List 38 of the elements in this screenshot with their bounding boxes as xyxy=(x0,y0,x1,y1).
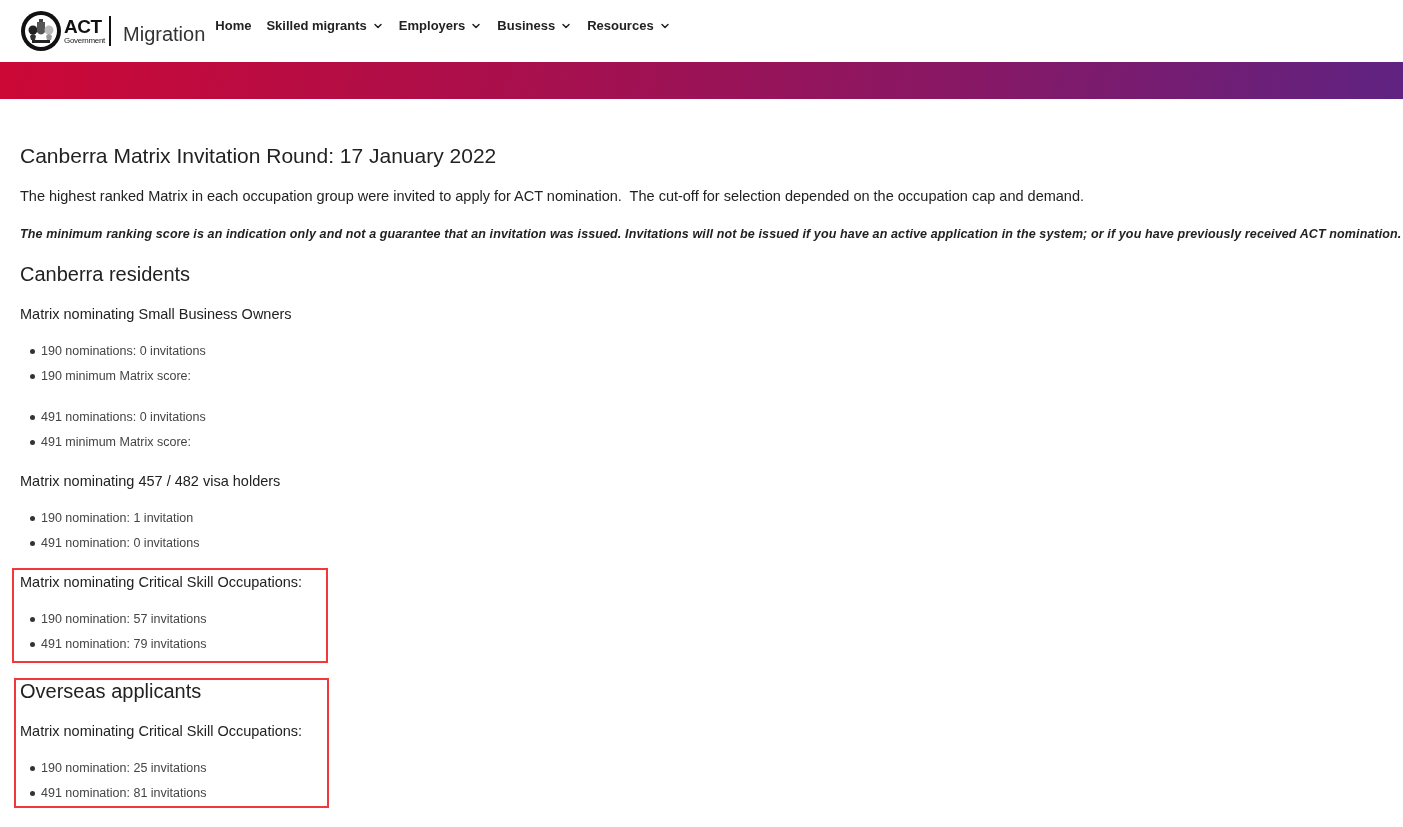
disclaimer-paragraph: The minimum ranking score is an indication only and not a guarantee that an invitation was issued. Invitations will not be issued if you have an active application in the system; or if you have previously received ACT nomination. xyxy=(20,226,1402,243)
list-item-text: 491 nomination: 81 invitations xyxy=(41,785,207,803)
list-item-text: 491 nomination: 0 invitations xyxy=(41,535,200,553)
logo-subtitle: Government xyxy=(64,35,106,45)
list-item-text: 190 nominations: 0 invitations xyxy=(41,343,206,361)
page-title: Canberra Matrix Invitation Round: 17 January 2022 xyxy=(20,144,497,168)
list-item-text: 491 minimum Matrix score: xyxy=(41,434,192,452)
coat-of-arms-emblem-icon xyxy=(20,10,62,52)
group-label: Matrix nominating Critical Skill Occupations: xyxy=(20,573,303,592)
nav-link[interactable]: Employers xyxy=(398,16,483,36)
bullet-icon xyxy=(30,415,35,420)
logo-wordmark: ACT xyxy=(64,17,103,36)
group-label: Matrix nominating Critical Skill Occupations: xyxy=(20,722,303,741)
list-item-text: 190 nomination: 1 invitation xyxy=(41,510,194,528)
group-label: Matrix nominating Small Business Owners xyxy=(20,305,292,324)
section-heading: Canberra residents xyxy=(20,263,191,285)
group-label: Matrix nominating 457 / 482 visa holders xyxy=(20,472,281,491)
bullet-icon xyxy=(30,541,35,546)
section-heading: Overseas applicants xyxy=(20,680,202,702)
list-item-text: 190 nomination: 25 invitations xyxy=(41,760,207,778)
list-item-text: 491 nomination: 79 invitations xyxy=(41,636,207,654)
intro-paragraph: The highest ranked Matrix in each occupation group were invited to apply for ACT nomination. The cut-off for selection depended on the occupation cap and demand. xyxy=(20,187,1084,206)
bullet-icon xyxy=(30,349,35,354)
site-name: Migration xyxy=(123,22,206,47)
nav-link[interactable]: Resources xyxy=(587,16,671,36)
bullet-icon xyxy=(30,766,35,771)
bullet-icon xyxy=(30,516,35,521)
list-item-text: 190 nomination: 57 invitations xyxy=(41,611,207,629)
bullet-icon xyxy=(30,642,35,647)
bullet-icon xyxy=(30,440,35,445)
nav-link[interactable]: Business xyxy=(497,16,573,36)
list-item-text: 491 nominations: 0 invitations xyxy=(41,409,206,427)
bullet-icon xyxy=(30,374,35,379)
bullet-icon xyxy=(30,791,35,796)
list-item-text: 190 minimum Matrix score: xyxy=(41,368,192,386)
nav-link[interactable]: Home xyxy=(215,16,252,36)
nav-link[interactable]: Skilled migrants xyxy=(266,16,384,36)
bullet-icon xyxy=(30,617,35,622)
